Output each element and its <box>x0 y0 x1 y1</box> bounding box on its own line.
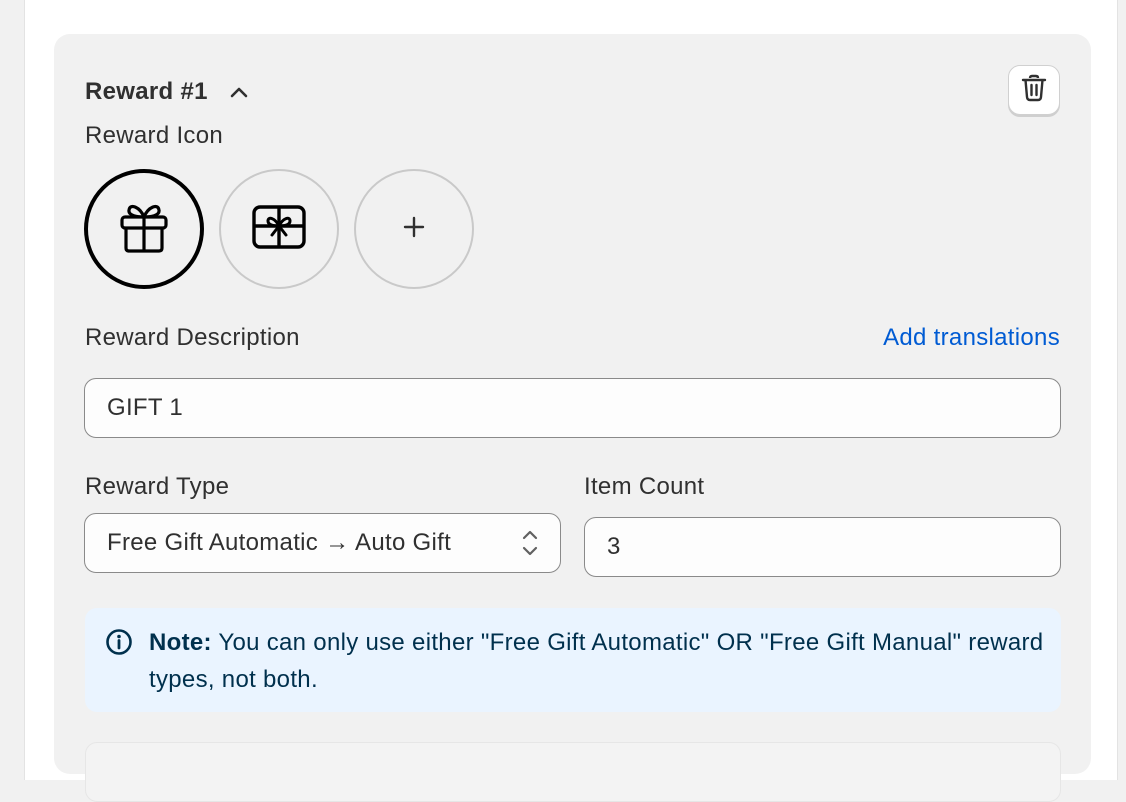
note-banner: Note: You can only use either "Free Gift… <box>85 608 1061 712</box>
reward-card: Reward #1 Reward Icon Reward Description… <box>54 34 1091 802</box>
reward-icon-label: Reward Icon <box>85 122 224 149</box>
icon-option-gift-card[interactable] <box>219 169 339 289</box>
add-icon-button[interactable] <box>354 169 474 289</box>
note-body: You can only use either "Free Gift Autom… <box>149 629 1044 693</box>
note-text: Note: You can only use either "Free Gift… <box>149 624 1049 698</box>
icon-option-gift[interactable] <box>84 169 204 289</box>
reward-title: Reward #1 <box>85 78 208 105</box>
reward-description-input[interactable]: GIFT 1 <box>84 378 1061 438</box>
delete-reward-button[interactable] <box>1008 65 1060 115</box>
next-section <box>85 742 1061 802</box>
select-arrows-icon <box>522 528 538 565</box>
plus-icon <box>403 216 425 243</box>
reward-header[interactable]: Reward #1 <box>85 78 248 106</box>
chevron-up-icon[interactable] <box>230 83 248 101</box>
item-count-input[interactable]: 3 <box>584 517 1061 577</box>
note-bold: Note: <box>149 629 212 656</box>
gift-icon <box>118 199 170 260</box>
trash-icon <box>1021 74 1047 107</box>
reward-description-label: Reward Description <box>85 324 300 351</box>
item-count-label: Item Count <box>584 473 705 500</box>
info-icon <box>105 628 133 661</box>
reward-type-label: Reward Type <box>85 473 230 500</box>
gift-card-icon <box>251 204 307 255</box>
reward-type-value: Free Gift Automatic → Auto Gift <box>107 529 452 556</box>
add-translations-link[interactable]: Add translations <box>883 324 1060 352</box>
reward-type-select[interactable]: Free Gift Automatic → Auto Gift <box>84 513 561 573</box>
